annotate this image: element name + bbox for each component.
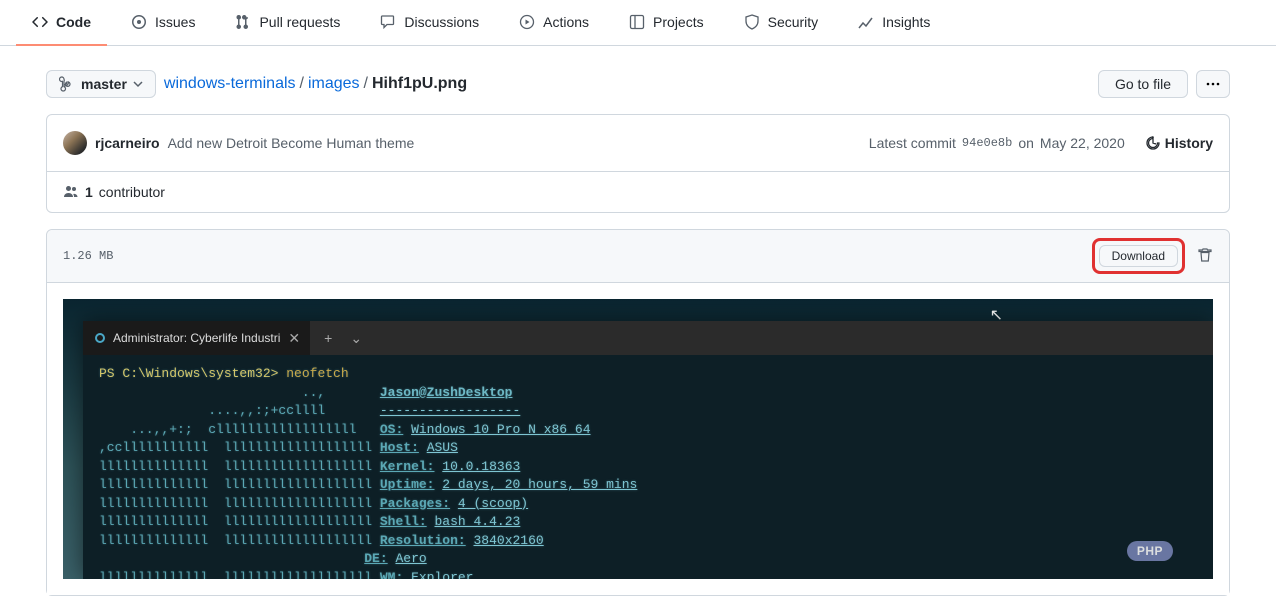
commit-message[interactable]: Add new Detroit Become Human theme	[168, 135, 415, 151]
contributor-label: contributor	[99, 184, 165, 200]
tab-actions[interactable]: Actions	[503, 0, 605, 46]
file-size: 1.26 MB	[63, 249, 113, 263]
shield-icon	[744, 14, 760, 30]
issue-icon	[131, 14, 147, 30]
tab-label: Actions	[543, 8, 589, 36]
chevron-down-icon: ⌄	[350, 330, 362, 347]
tab-security[interactable]: Security	[728, 0, 835, 46]
chevron-down-icon	[133, 79, 143, 89]
kebab-icon	[1205, 76, 1221, 92]
tab-code[interactable]: Code	[16, 0, 107, 46]
breadcrumb-file: Hihf1pU.png	[372, 75, 467, 92]
file-box: 1.26 MB Download ↖ Administrator: Cyberl…	[46, 229, 1230, 596]
history-icon	[1145, 135, 1161, 151]
terminal-titlebar: Administrator: Cyberlife Industri ✕ + ⌄	[83, 321, 1213, 355]
tab-label: Projects	[653, 8, 704, 36]
terminal-tab-title: Administrator: Cyberlife Industri	[113, 331, 280, 345]
go-to-file-button[interactable]: Go to file	[1098, 70, 1188, 98]
terminal-window: Administrator: Cyberlife Industri ✕ + ⌄ …	[83, 321, 1213, 579]
tab-label: Code	[56, 8, 91, 36]
php-watermark: PHP	[1127, 541, 1173, 561]
file-preview: ↖ Administrator: Cyberlife Industri ✕ + …	[47, 283, 1229, 595]
tab-projects[interactable]: Projects	[613, 0, 720, 46]
branch-icon	[59, 76, 75, 92]
people-icon	[63, 184, 79, 200]
terminal-tab: Administrator: Cyberlife Industri ✕	[83, 321, 310, 355]
tab-label: Insights	[882, 8, 930, 36]
contributor-count: 1	[85, 184, 93, 200]
commit-sha[interactable]: 94e0e8b	[962, 136, 1012, 150]
screenshot-image: ↖ Administrator: Cyberlife Industri ✕ + …	[63, 299, 1213, 579]
history-label: History	[1165, 135, 1213, 151]
delete-button[interactable]	[1197, 247, 1213, 266]
plus-icon: +	[324, 330, 332, 346]
tab-pullrequests[interactable]: Pull requests	[219, 0, 356, 46]
trash-icon	[1197, 247, 1213, 263]
breadcrumb-repo[interactable]: windows-terminals	[164, 75, 296, 92]
more-options-button[interactable]	[1196, 70, 1230, 98]
breadcrumb: windows-terminals/images/Hihf1pU.png	[164, 75, 467, 93]
discussion-icon	[380, 14, 396, 30]
download-highlight: Download	[1092, 238, 1185, 274]
project-icon	[629, 14, 645, 30]
terminal-body: PS C:\Windows\system32> neofetch .., Jas…	[83, 355, 1213, 579]
pr-icon	[235, 14, 251, 30]
commit-date: May 22, 2020	[1040, 135, 1125, 151]
commit-box: rjcarneiro Add new Detroit Become Human …	[46, 114, 1230, 213]
tab-insights[interactable]: Insights	[842, 0, 946, 46]
tab-discussions[interactable]: Discussions	[364, 0, 495, 46]
latest-commit-label: Latest commit	[869, 135, 956, 151]
tab-label: Issues	[155, 8, 195, 36]
tab-circle-icon	[95, 333, 105, 343]
tab-label: Pull requests	[259, 8, 340, 36]
avatar[interactable]	[63, 131, 87, 155]
close-icon: ✕	[288, 330, 300, 347]
graph-icon	[858, 14, 874, 30]
tab-label: Security	[768, 8, 819, 36]
code-icon	[32, 14, 48, 30]
history-link[interactable]: History	[1145, 135, 1213, 151]
branch-switcher[interactable]: master	[46, 70, 156, 98]
file-header-row: master windows-terminals/images/Hihf1pU.…	[46, 70, 1230, 98]
tab-issues[interactable]: Issues	[115, 0, 211, 46]
download-button[interactable]: Download	[1099, 245, 1178, 267]
repo-tabs: Code Issues Pull requests Discussions Ac…	[0, 0, 1276, 46]
commit-date-prefix: on	[1018, 135, 1034, 151]
play-icon	[519, 14, 535, 30]
contributors-row: 1 contributor	[47, 171, 1229, 212]
branch-name: master	[81, 76, 127, 92]
breadcrumb-folder[interactable]: images	[308, 75, 360, 92]
tab-label: Discussions	[404, 8, 479, 36]
commit-author[interactable]: rjcarneiro	[95, 135, 160, 151]
